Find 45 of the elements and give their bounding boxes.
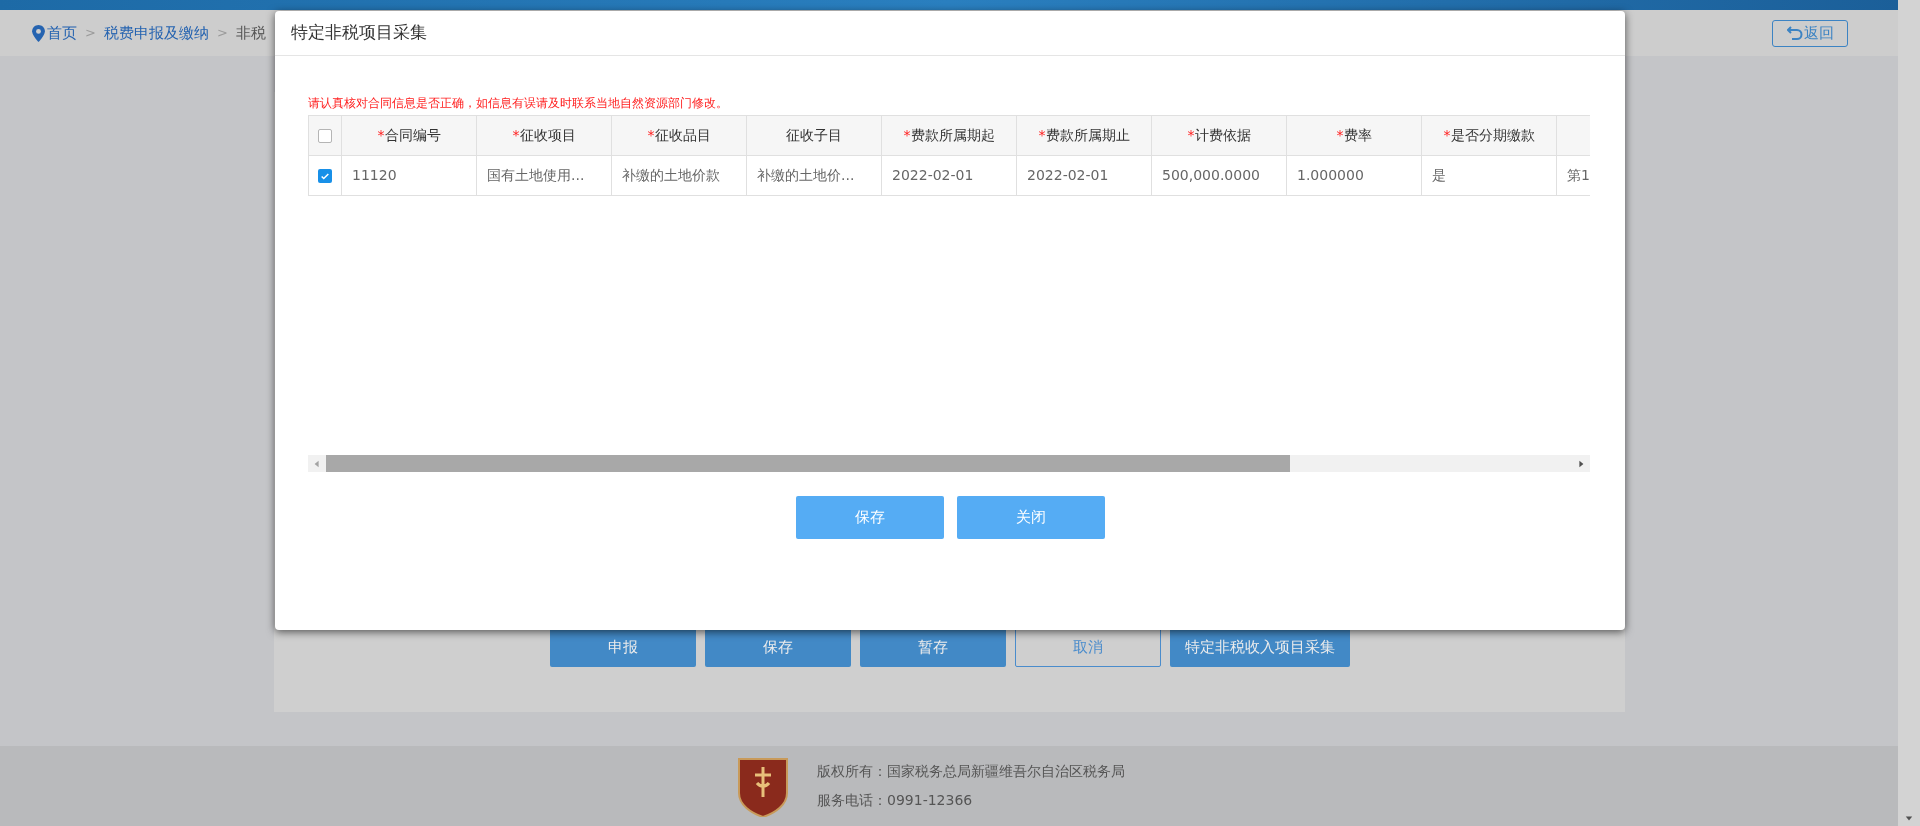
return-arrow-icon: [1786, 26, 1803, 40]
dialog-button[interactable]: 保存: [795, 496, 944, 539]
location-pin-icon: [32, 24, 45, 42]
column-header: 征收子目: [747, 116, 882, 156]
column-header: *是否分期缴款: [1422, 116, 1557, 156]
phone-text: 服务电话：0991-12366: [817, 791, 974, 810]
action-button[interactable]: 特定非税收入项目采集: [1169, 628, 1350, 667]
table-cell: 500,000.0000: [1152, 156, 1287, 196]
action-button[interactable]: 保存: [704, 628, 851, 667]
breadcrumb-link[interactable]: 税费申报及缴纳: [103, 21, 209, 45]
table-cell: 补缴的土地价...: [747, 156, 882, 196]
back-button[interactable]: 返回: [1772, 19, 1848, 47]
copyright-text: 版权所有：国家税务总局新疆维吾尔自治区税务局: [817, 762, 1125, 781]
column-header: *合同编号: [342, 116, 477, 156]
table-cell: 2022-02-01: [882, 156, 1017, 196]
emblem-logo: [737, 755, 789, 817]
table-cell: 1.000000: [1287, 156, 1422, 196]
breadcrumb-separator: >: [85, 24, 96, 43]
scroll-right-icon[interactable]: [1577, 459, 1585, 468]
column-header: *征收项目: [477, 116, 612, 156]
column-header: *征收品目: [612, 116, 747, 156]
scrollbar-thumb[interactable]: [326, 455, 1290, 472]
table-cell: 是: [1422, 156, 1557, 196]
scroll-left-icon[interactable]: [313, 459, 321, 468]
table-cell: 补缴的土地价款: [612, 156, 747, 196]
table-cell: 2022-02-01: [1017, 156, 1152, 196]
column-header: *费款所属期止: [1017, 116, 1152, 156]
breadcrumb-link[interactable]: 首页: [32, 21, 77, 45]
column-header: *费款所属期起: [882, 116, 1017, 156]
breadcrumb-current: 非税: [235, 22, 266, 44]
horizontal-scrollbar[interactable]: [308, 455, 1590, 472]
dialog-title: 特定非税项目采集: [291, 21, 427, 45]
table-cell: 11120: [342, 156, 477, 196]
table-cell: 第1: [1557, 156, 1590, 196]
table-cell: 国有土地使用...: [477, 156, 612, 196]
row-checkbox[interactable]: [318, 168, 332, 183]
action-button[interactable]: 申报: [549, 628, 696, 667]
dialog-button[interactable]: 关闭: [956, 496, 1105, 539]
column-header: *计费依据: [1152, 116, 1287, 156]
action-button[interactable]: 暂存: [859, 628, 1006, 667]
scroll-down-icon[interactable]: [1905, 814, 1913, 822]
notice-text: 请认真核对合同信息是否正确，如信息有误请及时联系当地自然资源部门修改。: [308, 95, 729, 111]
column-header: *费率: [1287, 116, 1422, 156]
breadcrumb-separator: >: [216, 24, 228, 43]
select-all-checkbox[interactable]: [318, 128, 332, 143]
